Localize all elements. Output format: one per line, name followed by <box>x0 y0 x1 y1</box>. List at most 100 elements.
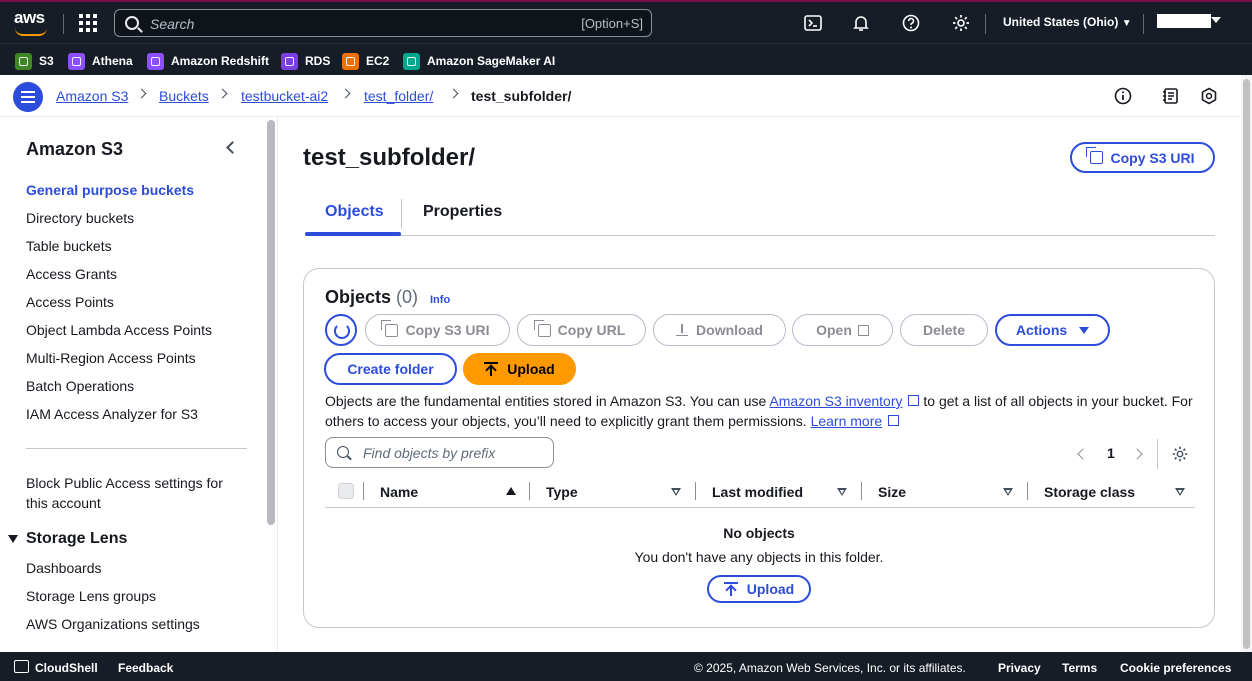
sidebar-item-general-purpose-buckets[interactable]: General purpose buckets <box>26 182 194 198</box>
menu-icon[interactable] <box>13 82 43 112</box>
footer-copyright: © 2025, Amazon Web Services, Inc. or its… <box>694 661 966 675</box>
favorite-athena[interactable]: Athena <box>68 52 133 70</box>
footer-cloudshell[interactable]: CloudShell <box>35 661 98 675</box>
page-number[interactable]: 1 <box>1107 445 1115 461</box>
region-selector[interactable]: United States (Ohio) ▼ <box>1003 15 1132 29</box>
select-all-checkbox[interactable] <box>338 483 354 499</box>
footer-terms[interactable]: Terms <box>1062 661 1097 675</box>
sidebar-item-dashboards[interactable]: Dashboards <box>26 560 102 576</box>
breadcrumb: Amazon S3 Buckets testbucket-ai2 test_fo… <box>0 75 1252 117</box>
actions-button[interactable]: Actions <box>995 314 1110 346</box>
sidebar-item-directory-buckets[interactable]: Directory buckets <box>26 210 134 226</box>
hexagon-icon[interactable] <box>1200 87 1218 105</box>
footer-privacy[interactable]: Privacy <box>998 661 1041 675</box>
tab-divider <box>401 199 402 229</box>
find-objects-input[interactable]: Find objects by prefix <box>325 437 554 468</box>
button-label: Actions <box>1015 322 1068 338</box>
chevron-left-icon[interactable] <box>226 141 239 154</box>
sidebar-section-storage-lens[interactable]: Storage Lens <box>8 530 127 548</box>
button-label: Upload <box>746 581 795 597</box>
sidebar-item-storage-lens-groups[interactable]: Storage Lens groups <box>26 588 156 604</box>
column-header-type[interactable]: Type <box>546 484 578 500</box>
copy-s3-uri-button[interactable]: Copy S3 URI <box>365 314 510 346</box>
column-header-size[interactable]: Size <box>878 484 906 500</box>
button-label: Delete <box>922 322 966 338</box>
copy-url-button[interactable]: Copy URL <box>517 314 646 346</box>
open-button[interactable]: Open <box>792 314 893 346</box>
sort-icon[interactable] <box>1003 488 1013 496</box>
empty-state-title: No objects <box>723 525 795 541</box>
sidebar-item-block-public-access-line2[interactable]: this account <box>26 495 101 511</box>
column-header-storage-class[interactable]: Storage class <box>1044 484 1135 500</box>
footer: CloudShell Feedback © 2025, Amazon Web S… <box>0 652 1252 681</box>
footer-feedback[interactable]: Feedback <box>118 661 173 675</box>
favorite-ec2[interactable]: EC2 <box>342 52 389 70</box>
sidebar-item-access-points[interactable]: Access Points <box>26 294 114 310</box>
sidebar-item-multi-region-access-points[interactable]: Multi-Region Access Points <box>26 350 196 366</box>
grid-icon[interactable] <box>79 14 97 32</box>
info-icon[interactable] <box>1114 87 1132 105</box>
sort-icon[interactable] <box>671 488 681 496</box>
sidebar-item-access-grants[interactable]: Access Grants <box>26 266 117 282</box>
sidebar-item-table-buckets[interactable]: Table buckets <box>26 238 112 254</box>
sort-icon[interactable] <box>1175 488 1185 496</box>
sidebar-scrollbar-thumb[interactable] <box>267 120 275 525</box>
footer-cookie-preferences[interactable]: Cookie preferences <box>1120 661 1231 675</box>
bell-icon[interactable] <box>851 13 871 33</box>
create-folder-button[interactable]: Create folder <box>324 353 457 385</box>
sidebar-item-aws-organizations-settings[interactable]: AWS Organizations settings <box>26 616 200 632</box>
favorite-label: Amazon SageMaker AI <box>427 54 556 68</box>
tabs: Objects Properties <box>305 193 1215 236</box>
sidebar-item-batch-operations[interactable]: Batch Operations <box>26 378 134 394</box>
sidebar-item-block-public-access[interactable]: Block Public Access settings for <box>26 475 223 491</box>
table-header: Name Type Last modified Size Storage cla… <box>325 478 1195 508</box>
search-input[interactable]: Search [Option+S] <box>114 9 652 37</box>
button-label: Copy S3 URI <box>1110 149 1195 166</box>
table-settings-icon[interactable] <box>1171 445 1189 463</box>
favorite-sagemaker[interactable]: Amazon SageMaker AI <box>403 52 555 70</box>
empty-upload-button[interactable]: Upload <box>707 575 811 603</box>
sidebar-item-object-lambda-access-points[interactable]: Object Lambda Access Points <box>26 322 212 338</box>
settings-icon[interactable] <box>951 13 971 33</box>
page-scrollbar[interactable] <box>1241 75 1252 652</box>
sidebar-item-iam-access-analyzer[interactable]: IAM Access Analyzer for S3 <box>26 406 198 422</box>
chevron-down-icon[interactable] <box>1211 17 1221 23</box>
button-label: Copy URL <box>557 322 626 338</box>
favorite-redshift[interactable]: Amazon Redshift <box>147 52 269 70</box>
favorite-rds[interactable]: RDS <box>281 52 330 70</box>
help-icon[interactable] <box>901 13 921 33</box>
sort-icon[interactable] <box>837 488 847 496</box>
aws-logo[interactable]: aws <box>14 8 48 38</box>
tab-properties[interactable]: Properties <box>423 203 502 221</box>
info-link[interactable]: Info <box>430 294 450 306</box>
breadcrumb-bucket[interactable]: testbucket-ai2 <box>241 88 328 104</box>
column-header-last-modified[interactable]: Last modified <box>712 484 803 500</box>
download-button[interactable]: Download <box>653 314 786 346</box>
breadcrumb-folder[interactable]: test_folder/ <box>364 88 433 104</box>
account-menu[interactable] <box>1157 14 1211 28</box>
column-divider <box>861 482 862 500</box>
tab-objects[interactable]: Objects <box>325 203 384 221</box>
cloudshell-icon[interactable] <box>14 660 29 673</box>
column-header-name[interactable]: Name <box>380 484 418 500</box>
sidebar-section-label: Storage Lens <box>26 530 128 547</box>
page-title: test_subfolder/ <box>303 144 476 171</box>
upload-button[interactable]: Upload <box>463 353 576 385</box>
breadcrumb-amazon-s3[interactable]: Amazon S3 <box>56 88 128 104</box>
column-divider <box>529 482 530 500</box>
sort-ascending-icon[interactable] <box>506 487 516 495</box>
copy-s3-uri-header-button[interactable]: Copy S3 URI <box>1070 142 1215 173</box>
favorite-label: Amazon Redshift <box>171 54 270 68</box>
chevron-left-icon[interactable] <box>1077 448 1089 460</box>
delete-button[interactable]: Delete <box>900 314 988 346</box>
refresh-icon[interactable] <box>325 314 357 346</box>
breadcrumb-buckets[interactable]: Buckets <box>159 88 209 104</box>
page-scrollbar-thumb[interactable] <box>1243 79 1250 649</box>
notes-icon[interactable] <box>1162 87 1180 105</box>
learn-more-link[interactable]: Learn more <box>811 413 883 429</box>
s3-inventory-link[interactable]: Amazon S3 inventory <box>769 393 902 409</box>
chevron-right-icon[interactable] <box>1131 448 1143 460</box>
cloudshell-icon[interactable] <box>803 13 823 33</box>
favorite-s3[interactable]: S3 <box>15 52 54 70</box>
empty-state-message: You don't have any objects in this folde… <box>634 549 884 565</box>
